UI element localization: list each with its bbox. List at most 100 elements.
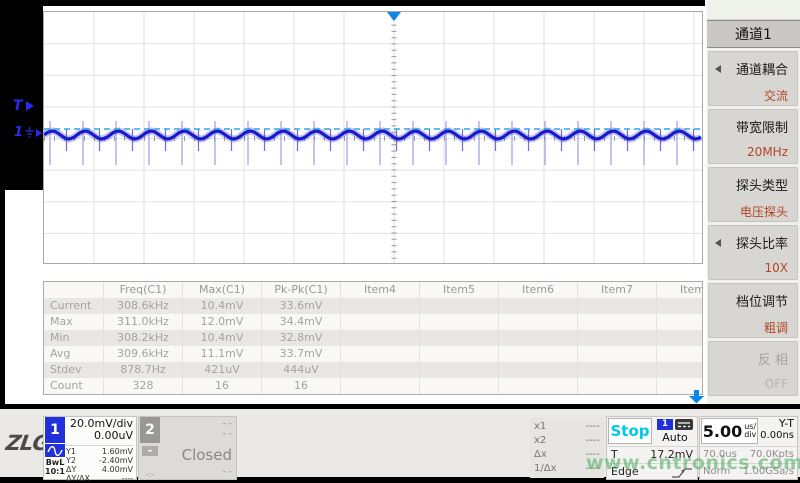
- table-cell: 32.8mV: [262, 330, 341, 346]
- channel2-status: Closed: [161, 446, 232, 464]
- menu-item-probe-type[interactable]: 探头类型 电压探头: [708, 167, 798, 222]
- menu-item-bandwidth[interactable]: 带宽限制 20MHz: [708, 109, 798, 164]
- rising-edge-icon: [671, 466, 693, 479]
- table-cell: [578, 314, 657, 330]
- menu-item-value: OFF: [709, 377, 788, 391]
- trigger-level-marker[interactable]: T: [13, 98, 34, 114]
- channel1-ground-marker[interactable]: 1: [14, 125, 42, 140]
- table-header-cell: Item8: [657, 282, 703, 298]
- table-cell: [341, 378, 420, 394]
- table-cell: 11.1mV: [183, 346, 262, 362]
- acquire-mode: Norm: [703, 464, 730, 480]
- table-cell: 33.7mV: [262, 346, 341, 362]
- cursor-label: x1: [534, 420, 546, 434]
- menu-item-gear-adjust[interactable]: 档位调节 粗调: [708, 283, 798, 338]
- horizontal-delay: 0.00ns: [759, 430, 794, 442]
- table-row-label: Avg: [44, 346, 104, 362]
- table-row-label: Min: [44, 330, 104, 346]
- cursor-value: -2.40mV: [99, 456, 133, 465]
- menu-item-value: 10X: [709, 261, 788, 275]
- table-cell: [341, 330, 420, 346]
- cursor-value: ----: [586, 462, 600, 476]
- status-bar: ZLG® 1 BwL 10:1 20.0mV/div 0.00uV Y11.60…: [0, 404, 800, 480]
- channel2-status-block[interactable]: 2 - -:- - - - - Closed - -: [138, 416, 237, 480]
- arrow-right-icon: [26, 101, 34, 111]
- trigger-level-label: T: [13, 98, 23, 114]
- chevron-left-icon: [715, 239, 721, 247]
- channel1-status-block[interactable]: 1 BwL 10:1 20.0mV/div 0.00uV Y11.60mV Y2…: [43, 416, 137, 480]
- menu-item-coupling[interactable]: 通道耦合 交流: [708, 51, 798, 106]
- table-cell: [420, 330, 499, 346]
- table-cell: [499, 298, 578, 314]
- table-cell: [420, 378, 499, 394]
- timebase-scale-button[interactable]: 5.00 us/div: [701, 418, 758, 444]
- channel-menu-sidebar: 通道1 通道耦合 交流 带宽限制 20MHz 探头类型 电压探头 探头比率 10…: [705, 0, 800, 404]
- trigger-coupling-icon: [675, 419, 693, 430]
- table-cell: 421uV: [183, 362, 262, 378]
- probe-ratio-indicator: 10:1: [45, 467, 65, 476]
- table-cell: 34.4mV: [262, 314, 341, 330]
- table-cell: 16: [183, 378, 262, 394]
- table-header-cell: Item6: [499, 282, 578, 298]
- timebase-scale-value: 5.00: [703, 422, 742, 441]
- table-row-label: Count: [44, 378, 104, 394]
- table-cell: 33.6mV: [262, 298, 341, 314]
- table-cell: 12.0mV: [183, 314, 262, 330]
- table-cell: 308.2kHz: [104, 330, 183, 346]
- waveform-plot[interactable]: [43, 11, 703, 264]
- table-header-cell: Max(C1): [183, 282, 262, 298]
- status-bar-content: ZLG® 1 BwL 10:1 20.0mV/div 0.00uV Y11.60…: [0, 409, 800, 477]
- table-cell: [657, 362, 703, 378]
- table-cell: [578, 362, 657, 378]
- table-header-cell: Pk-Pk(C1): [262, 282, 341, 298]
- timebase-unit-bottom: div: [744, 430, 756, 439]
- table-cell: [578, 298, 657, 314]
- menu-item-probe-ratio[interactable]: 探头比率 10X: [708, 225, 798, 280]
- table-cell: [341, 346, 420, 362]
- channel2-badge[interactable]: 2: [140, 417, 160, 443]
- waveform-canvas: [44, 12, 702, 263]
- timebase-status-block: 5.00 us/div Y-T 0.00ns 70.0us 70.0Kpts N…: [699, 416, 798, 480]
- table-header-cell: Item5: [420, 282, 499, 298]
- menu-item-value: 电压探头: [709, 203, 788, 220]
- table-header-cell: [44, 282, 104, 298]
- table-cell: [420, 314, 499, 330]
- channel1-badge[interactable]: 1: [45, 417, 65, 443]
- cursor-label: 1/Δx: [534, 462, 557, 476]
- left-margin: [0, 0, 43, 190]
- table-row-label: Stdev: [44, 362, 104, 378]
- trigger-type: Edge: [611, 464, 639, 480]
- trigger-source-badge[interactable]: 1: [657, 419, 673, 430]
- table-header-cell: Item4: [341, 282, 420, 298]
- trigger-mode[interactable]: Auto: [662, 431, 688, 444]
- table-cell: 10.4mV: [183, 298, 262, 314]
- table-cell: 328: [104, 378, 183, 394]
- table-cell: [657, 314, 703, 330]
- table-cell: [657, 298, 703, 314]
- cursor-label: ΔY: [66, 465, 76, 474]
- menu-item-value: 粗调: [709, 319, 788, 336]
- trigger-level-label: T: [611, 447, 618, 463]
- cursor-label: Y2: [66, 456, 76, 465]
- table-cell: [578, 346, 657, 362]
- table-cell: [499, 362, 578, 378]
- table-cell: [341, 314, 420, 330]
- table-cell: [341, 298, 420, 314]
- cursor-value: ----: [586, 448, 600, 462]
- channel1-offset: 0.00uV: [66, 430, 133, 442]
- ac-coupling-icon: [45, 444, 65, 457]
- channel1-cursor-readouts: Y11.60mV Y2-2.40mV ΔY4.00mV ΔY/ΔX----: [66, 445, 133, 483]
- menu-item-label: 档位调节: [709, 291, 788, 310]
- run-state-button[interactable]: Stop: [608, 418, 652, 444]
- table-scroll-down-icon[interactable]: [688, 390, 705, 404]
- table-cell: 16: [262, 378, 341, 394]
- table-cell: [420, 346, 499, 362]
- menu-item-value: 20MHz: [709, 145, 788, 159]
- cursor-value: ----: [121, 474, 133, 483]
- left-edge: [0, 0, 5, 404]
- record-time: 70.0us: [703, 447, 737, 463]
- trigger-position-marker[interactable]: [387, 12, 401, 21]
- table-row-label: Max: [44, 314, 104, 330]
- sidebar-top-strip: [707, 0, 800, 20]
- table-cell: 10.4mV: [183, 330, 262, 346]
